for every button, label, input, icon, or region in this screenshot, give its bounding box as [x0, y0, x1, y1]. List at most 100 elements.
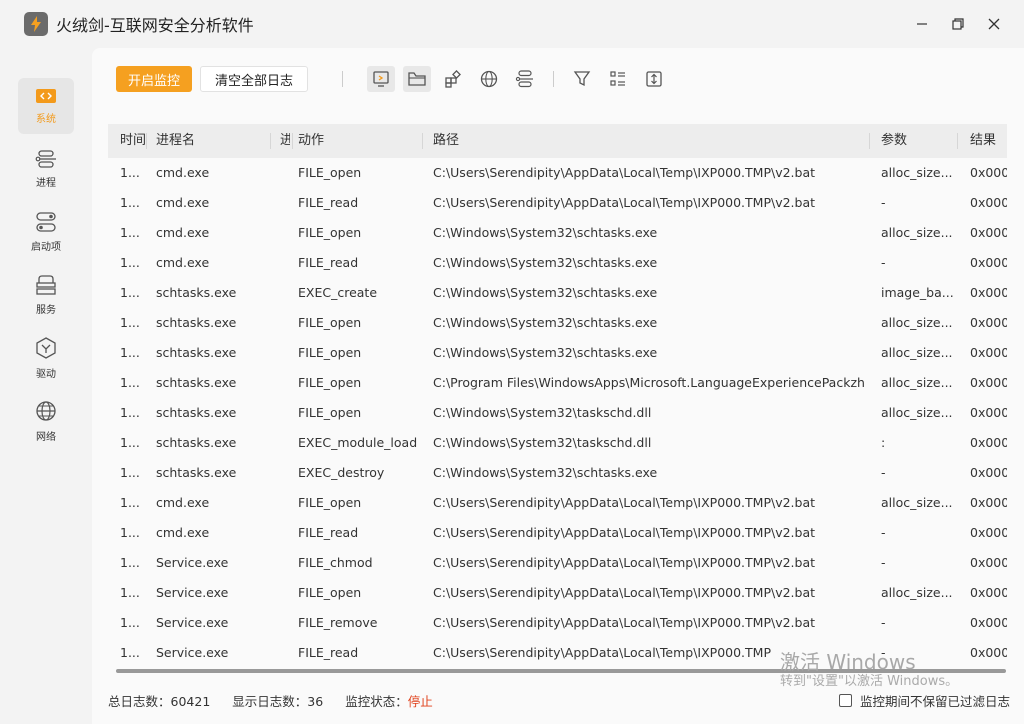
table-row[interactable]: 1... cmd.exe FILE_open C:\Windows\System32\…	[108, 218, 1007, 248]
cell-params: -	[881, 465, 886, 480]
table-body: 1... cmd.exe FILE_open C:\Users\Serendipity…	[108, 158, 1007, 668]
sidebar-item-network[interactable]: 网络	[18, 393, 74, 449]
table-row[interactable]: 1... schtasks.exe FILE_open C:\Windows\Syst…	[108, 308, 1007, 338]
network-filter-icon[interactable]	[475, 66, 503, 92]
service-icon	[35, 274, 57, 298]
table-row[interactable]: 1... cmd.exe FILE_read C:\Users\Serendipity…	[108, 188, 1007, 218]
cell-path: C:\Users\Serendipity\AppData\Local\Temp\…	[433, 165, 816, 180]
monitor-view-icon[interactable]	[367, 66, 396, 92]
columns-icon[interactable]	[604, 66, 632, 92]
cell-process: cmd.exe	[156, 195, 210, 210]
table-row[interactable]: 1... cmd.exe FILE_open C:\Users\Serendipity…	[108, 158, 1007, 188]
column-divider[interactable]	[270, 133, 271, 149]
process-icon	[34, 149, 58, 171]
cell-pid	[280, 608, 290, 638]
cell-time: 1...	[120, 405, 140, 420]
table-row[interactable]: 1... Service.exe FILE_remove C:\Users\Seren…	[108, 608, 1007, 638]
table-row[interactable]: 1... schtasks.exe FILE_open C:\Program File…	[108, 368, 1007, 398]
cell-pid	[280, 368, 290, 398]
column-header-result[interactable]: 结果	[970, 124, 1007, 158]
sidebar-item-label: 驱动	[36, 368, 56, 380]
cell-params: alloc_size...	[881, 345, 953, 360]
column-header-path[interactable]: 路径	[433, 124, 853, 158]
cell-params: -	[881, 555, 886, 570]
column-divider[interactable]	[292, 133, 293, 149]
cell-path: C:\Windows\System32\taskschd.dll	[433, 405, 652, 420]
table-row[interactable]: 1... schtasks.exe FILE_open C:\Windows\Syst…	[108, 338, 1007, 368]
cell-result: 0x000	[970, 405, 1007, 420]
sidebar-item-driver[interactable]: 驱动	[18, 330, 74, 386]
column-header-process[interactable]: 进程名	[156, 124, 268, 158]
column-divider[interactable]	[146, 133, 147, 149]
process-filter-icon[interactable]	[511, 66, 539, 92]
sidebar: 系统 进程 启动项 服务 驱动 网络	[0, 48, 92, 724]
cell-process: Service.exe	[156, 615, 229, 630]
table-row[interactable]: 1... Service.exe FILE_read C:\Users\Serendi…	[108, 638, 1007, 668]
table-row[interactable]: 1... schtasks.exe FILE_open C:\Windows\Syst…	[108, 398, 1007, 428]
column-divider[interactable]	[869, 133, 870, 149]
close-icon[interactable]	[976, 0, 1012, 48]
sidebar-item-system[interactable]: 系统	[18, 78, 74, 134]
cell-pid	[280, 398, 290, 428]
table-row[interactable]: 1... Service.exe FILE_open C:\Users\Serendi…	[108, 578, 1007, 608]
cell-result: 0x000	[970, 285, 1007, 300]
cell-path: C:\Users\Serendipity\AppData\Local\Temp\…	[433, 495, 816, 510]
filter-retention-option[interactable]: 监控期间不保留已过滤日志	[838, 690, 1010, 710]
cell-action: FILE_read	[298, 525, 359, 540]
code-icon	[35, 88, 57, 107]
filter-icon[interactable]	[568, 66, 596, 92]
clear-logs-button[interactable]: 清空全部日志	[200, 66, 309, 92]
app-logo-icon	[24, 12, 48, 36]
start-monitor-button[interactable]: 开启监控	[116, 66, 193, 92]
column-divider[interactable]	[422, 133, 423, 149]
filter-retention-checkbox[interactable]	[838, 693, 852, 707]
cell-pid	[280, 578, 290, 608]
cell-time: 1...	[120, 615, 140, 630]
cell-process: schtasks.exe	[156, 375, 237, 390]
cell-time: 1...	[120, 525, 140, 540]
column-header-params[interactable]: 参数	[881, 124, 951, 158]
cell-time: 1...	[120, 375, 140, 390]
cell-result: 0x000	[970, 525, 1007, 540]
cell-path: C:\Users\Serendipity\AppData\Local\Temp\…	[433, 195, 816, 210]
minimize-icon[interactable]	[904, 0, 940, 48]
horizontal-scrollbar[interactable]	[116, 669, 1006, 673]
column-divider[interactable]	[957, 133, 958, 149]
cell-pid	[280, 158, 290, 188]
column-header-action[interactable]: 动作	[298, 124, 408, 158]
sidebar-item-process[interactable]: 进程	[18, 141, 74, 197]
table-row[interactable]: 1... schtasks.exe EXEC_module_load C:\Windo…	[108, 428, 1007, 458]
folder-icon[interactable]	[403, 66, 432, 92]
cell-action: FILE_open	[298, 315, 362, 330]
cell-time: 1...	[120, 495, 140, 510]
cell-process: cmd.exe	[156, 165, 210, 180]
expand-icon[interactable]	[640, 66, 668, 92]
sidebar-item-service[interactable]: 服务	[18, 267, 74, 323]
column-header-pid[interactable]: 进	[280, 124, 290, 158]
cell-result: 0x000	[970, 645, 1007, 660]
sidebar-item-label: 服务	[36, 304, 56, 316]
cell-time: 1...	[120, 345, 140, 360]
cell-time: 1...	[120, 315, 140, 330]
cell-path: C:\Program Files\WindowsApps\Microsoft.L…	[433, 375, 865, 390]
globe-icon	[35, 400, 57, 425]
table-row[interactable]: 1... Service.exe FILE_chmod C:\Users\Serend…	[108, 548, 1007, 578]
cell-action: FILE_open	[298, 345, 362, 360]
registry-icon[interactable]	[439, 66, 467, 92]
table-row[interactable]: 1... cmd.exe FILE_read C:\Windows\System32\…	[108, 248, 1007, 278]
column-header-time[interactable]: 时间	[120, 124, 146, 158]
table-row[interactable]: 1... schtasks.exe EXEC_create C:\Windows\Sy…	[108, 278, 1007, 308]
restore-icon[interactable]	[940, 0, 976, 48]
cell-path: C:\Users\Serendipity\AppData\Local\Temp\…	[433, 525, 816, 540]
cell-pid	[280, 278, 290, 308]
table-row[interactable]: 1... cmd.exe FILE_open C:\Users\Serendipity…	[108, 488, 1007, 518]
table-row[interactable]: 1... schtasks.exe EXEC_destroy C:\Windows\S…	[108, 458, 1007, 488]
status-bar: 总日志数：60421 显示日志数：36 监控状态：停止	[108, 690, 455, 710]
cell-result: 0x000	[970, 345, 1007, 360]
cell-result: 0x000	[970, 255, 1007, 270]
table-row[interactable]: 1... cmd.exe FILE_read C:\Users\Serendipity…	[108, 518, 1007, 548]
cell-params: alloc_size...	[881, 405, 953, 420]
sidebar-item-label: 启动项	[31, 241, 61, 253]
sidebar-item-label: 网络	[36, 431, 56, 443]
sidebar-item-startup[interactable]: 启动项	[18, 204, 74, 260]
